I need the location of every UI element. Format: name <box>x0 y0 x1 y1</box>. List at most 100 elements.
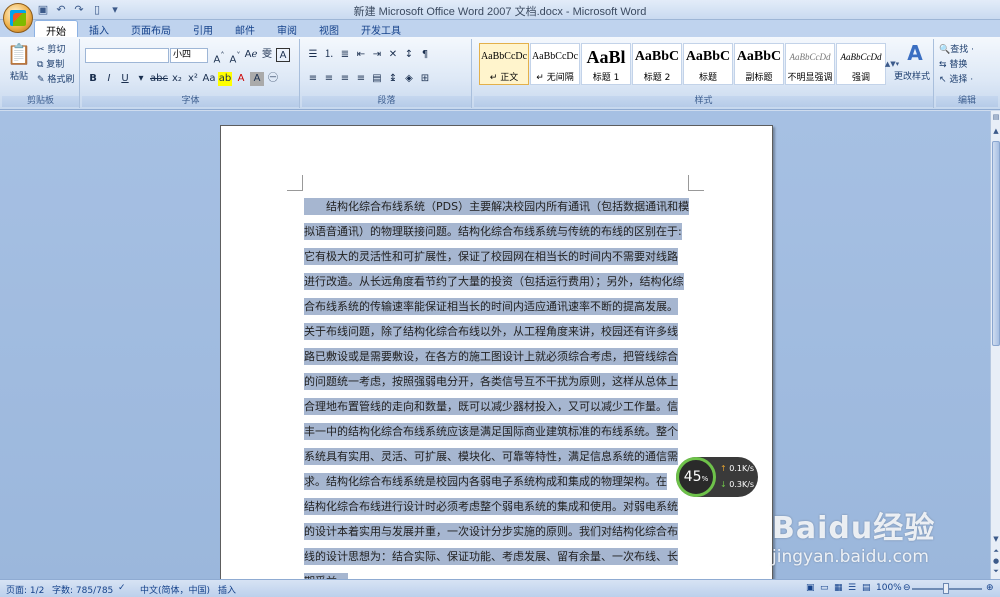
char-shading-icon[interactable]: A <box>249 72 264 86</box>
underline-icon[interactable]: U <box>118 72 132 86</box>
justify-icon[interactable]: ≡ <box>354 72 368 86</box>
scroll-down-icon[interactable]: ▼ <box>991 535 1000 545</box>
format-painter-label: 格式刷 <box>47 75 75 85</box>
format-painter-button[interactable]: ✎ 格式刷 <box>37 72 74 85</box>
text-line: 系统具有实用、灵活、可扩展、模块化、可靠等特性，满足信息系统的通信需 <box>304 444 689 469</box>
vertical-scrollbar[interactable]: ▤ ▲ ▼ ⏶ ● ⏷ <box>990 111 1000 579</box>
paste-icon[interactable]: 📋 <box>6 41 32 67</box>
tab-view[interactable]: 视图 <box>308 20 350 37</box>
zoom-out-icon[interactable]: ⊖ <box>903 583 911 593</box>
tab-references[interactable]: 引用 <box>182 20 224 37</box>
show-marks-icon[interactable]: ¶ <box>418 48 432 62</box>
tab-page-layout[interactable]: 页面布局 <box>120 20 182 37</box>
highlight-icon[interactable]: ab <box>217 72 232 86</box>
draft-view-icon[interactable]: ▤ <box>862 583 871 593</box>
tab-mailings[interactable]: 邮件 <box>224 20 266 37</box>
usage-unit: % <box>701 475 709 483</box>
undo-icon[interactable]: ↶ <box>54 3 68 17</box>
zoom-slider-thumb[interactable] <box>943 583 949 594</box>
text-line: 关于布线问题，除了结构化综合布线以外，从工程角度来讲，校园还有许多线 <box>304 319 689 344</box>
cut-button[interactable]: ✂ 剪切 <box>37 42 65 55</box>
web-layout-icon[interactable]: ▦ <box>834 583 843 593</box>
phonetic-guide-icon[interactable]: 雯 <box>260 48 274 62</box>
sort-icon[interactable]: ↕ <box>402 48 416 62</box>
shading-icon[interactable]: ◈ <box>402 72 416 86</box>
style-subtle-emphasis[interactable]: AaBbCcDd 不明显强调 <box>785 43 835 85</box>
find-button[interactable]: 🔍查找 · <box>939 42 974 55</box>
style-no-spacing[interactable]: AaBbCcDc ↵ 无间隔 <box>530 43 580 85</box>
ruler-toggle-icon[interactable]: ▤ <box>991 113 1000 123</box>
customize-icon[interactable]: ▾ <box>108 3 122 17</box>
style-subtitle[interactable]: AaBbC 副标题 <box>734 43 784 85</box>
proofing-icon[interactable]: ✓ <box>118 583 126 593</box>
change-styles-icon[interactable]: A <box>898 41 932 65</box>
bold-icon[interactable]: B <box>86 72 100 86</box>
bullets-icon[interactable]: ☰ <box>306 48 320 62</box>
copy-button[interactable]: ⧉ 复制 <box>37 57 64 70</box>
clear-format-icon[interactable]: Aℯ <box>244 48 258 62</box>
replace-button[interactable]: ⇆ 替换 <box>939 57 967 70</box>
tab-review[interactable]: 审阅 <box>266 20 308 37</box>
font-size-select[interactable]: 小四 <box>170 48 208 63</box>
select-button[interactable]: ↖ 选择 · <box>939 72 973 85</box>
style-emphasis[interactable]: AaBbCcDd 强调 <box>836 43 886 85</box>
superscript-icon[interactable]: x² <box>186 72 200 86</box>
align-left-icon[interactable]: ≡ <box>306 72 320 86</box>
zoom-in-icon[interactable]: ⊕ <box>986 583 994 593</box>
print-layout-icon[interactable]: ▣ <box>806 583 815 593</box>
borders-icon[interactable]: ⊞ <box>418 72 432 86</box>
italic-icon[interactable]: I <box>102 72 116 86</box>
style-title[interactable]: AaBbC 标题 <box>683 43 733 85</box>
align-center-icon[interactable]: ≡ <box>322 72 336 86</box>
network-speed-widget[interactable]: 45% ↑ 0.1K/s ↓ 0.3K/s <box>676 457 758 497</box>
selected-text: 路已敷设或是需要敷设，在各方的施工图设计上就必须综合考虑，把管线综合 <box>304 348 678 365</box>
outline-view-icon[interactable]: ☰ <box>848 583 856 593</box>
document-page[interactable]: 结构化综合布线系统（PDS）主要解决校园内所有通讯（包括数据通讯和模 拟语音通讯… <box>220 125 773 590</box>
redo-icon[interactable]: ↷ <box>72 3 86 17</box>
chinese-layout-icon[interactable]: ✕ <box>386 48 400 62</box>
office-button[interactable] <box>3 3 33 33</box>
insert-mode[interactable]: 插入 <box>218 583 236 596</box>
upload-arrow-icon: ↑ <box>720 464 730 473</box>
style-normal[interactable]: AaBbCcDc ↵ 正文 <box>479 43 529 85</box>
decrease-indent-icon[interactable]: ⇤ <box>354 48 368 62</box>
increase-indent-icon[interactable]: ⇥ <box>370 48 384 62</box>
browse-object-icon[interactable]: ● <box>991 557 1000 567</box>
style-heading-1[interactable]: AaBl 标题 1 <box>581 43 631 85</box>
font-color-icon[interactable]: A <box>234 72 248 86</box>
zoom-level[interactable]: 100% <box>876 583 902 593</box>
enclose-char-icon[interactable]: ㊀ <box>266 72 280 86</box>
cursor-icon: ↖ <box>939 75 950 85</box>
font-name-select[interactable] <box>85 48 169 63</box>
align-right-icon[interactable]: ≡ <box>338 72 352 86</box>
scroll-thumb[interactable] <box>992 141 1000 346</box>
strikethrough-icon[interactable]: abc <box>150 72 168 86</box>
style-heading-2[interactable]: AaBbC 标题 2 <box>632 43 682 85</box>
numbering-icon[interactable]: ⒈ <box>322 48 336 62</box>
change-case-icon[interactable]: Aa <box>202 72 216 86</box>
full-screen-reading-icon[interactable]: ▭ <box>820 583 829 593</box>
grow-font-icon[interactable]: A˄ <box>212 48 226 65</box>
language-indicator[interactable]: 中文(简体，中国) <box>140 583 210 596</box>
word-count[interactable]: 字数: 785/785 <box>52 583 113 596</box>
distribute-icon[interactable]: ▤ <box>370 72 384 86</box>
subscript-icon[interactable]: x₂ <box>170 72 184 86</box>
save-icon[interactable]: ▣ <box>36 3 50 17</box>
paste-button[interactable]: 粘贴 <box>10 69 28 82</box>
char-border-icon[interactable]: A <box>276 48 290 62</box>
line-spacing-icon[interactable]: ↨ <box>386 72 400 86</box>
prev-page-icon[interactable]: ⏶ <box>991 547 1000 557</box>
text-line: 丰一中的结构化综合布线系统应该是满足国际商业建筑标准的布线系统。整个 <box>304 419 689 444</box>
tab-home[interactable]: 开始 <box>34 20 78 38</box>
document-text[interactable]: 结构化综合布线系统（PDS）主要解决校园内所有通讯（包括数据通讯和模 拟语音通讯… <box>304 194 689 594</box>
tab-developer[interactable]: 开发工具 <box>350 20 412 37</box>
tab-insert[interactable]: 插入 <box>78 20 120 37</box>
next-page-icon[interactable]: ⏷ <box>991 567 1000 577</box>
shrink-font-icon[interactable]: A˅ <box>228 48 242 65</box>
change-styles-button[interactable]: 更改样式 <box>894 69 930 82</box>
scroll-up-icon[interactable]: ▲ <box>991 127 1000 137</box>
page-indicator[interactable]: 页面: 1/2 <box>6 583 44 596</box>
multilevel-list-icon[interactable]: ≣ <box>338 48 352 62</box>
new-doc-icon[interactable]: ▯ <box>90 3 104 17</box>
dropdown-arrow-icon[interactable]: ▾ <box>134 72 148 86</box>
